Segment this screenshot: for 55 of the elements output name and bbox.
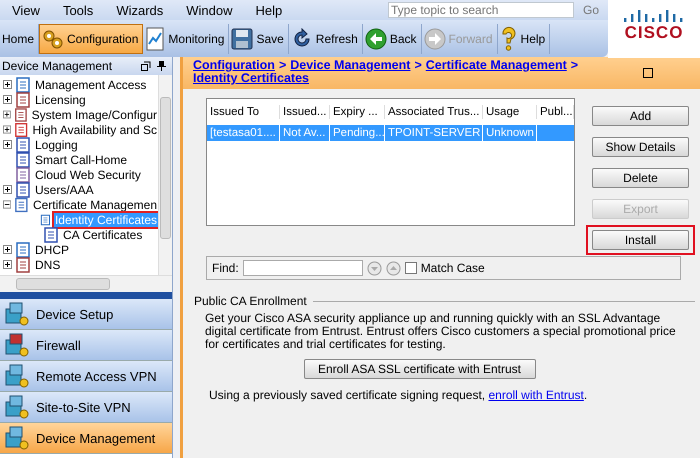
section-title: Public CA Enrollment: [194, 294, 307, 308]
tree-item[interactable]: DNS: [34, 258, 62, 272]
breadcrumb-link[interactable]: Certificate Management: [426, 59, 567, 72]
panel-title: Device Management: [2, 59, 114, 73]
menu-item[interactable]: Tools: [50, 2, 104, 18]
toolbar-button[interactable]: Help: [498, 24, 550, 54]
tree-item[interactable]: Certificate Managemen: [32, 198, 158, 212]
breadcrumb-separator: >: [278, 59, 288, 72]
column-header[interactable]: Issued To: [207, 105, 280, 119]
tree-item[interactable]: Users/AAA: [34, 182, 95, 196]
menu-item[interactable]: Help: [244, 2, 294, 18]
column-header[interactable]: Associated Trus...: [385, 105, 483, 119]
enroll-link[interactable]: enroll with Entrust: [488, 388, 584, 402]
column-header[interactable]: Publ...: [537, 105, 574, 119]
enrollment-note: Using a previously saved certificate signing request, enroll with Entrust.: [209, 388, 588, 402]
action-button[interactable]: Show Details: [592, 137, 689, 157]
nav-button[interactable]: Remote Access VPN: [0, 361, 172, 392]
tree-item[interactable]: CA Certificates: [62, 228, 144, 242]
toolbar-button[interactable]: Save: [229, 24, 289, 54]
enrollment-description: Get your Cisco ASA security appliance up and running quickly with an SSL Advantage digital certificate from Entrust. Entrust offers Cisco customers a special promotional price for certificates and trial certificates for testing.: [205, 312, 677, 351]
breadcrumb-link[interactable]: Identity Certificates: [193, 72, 310, 85]
nav-button[interactable]: Device Setup: [0, 299, 172, 330]
column-header[interactable]: Expiry ...: [330, 105, 385, 119]
find-label: Find:: [212, 261, 239, 275]
breadcrumb-separator: >: [570, 59, 580, 72]
breadcrumb-link[interactable]: Device Management: [290, 59, 410, 72]
tree-item[interactable]: High Availability and Sc: [31, 122, 158, 136]
tree-item[interactable]: Smart Call-Home: [34, 152, 128, 166]
tree-item[interactable]: System Image/Configur: [30, 108, 158, 122]
match-case-label: Match Case: [420, 261, 485, 275]
tree-item[interactable]: Licensing: [34, 92, 87, 106]
menu-item[interactable]: Wizards: [104, 2, 174, 18]
tree-item[interactable]: Logging: [34, 138, 79, 152]
menu-item[interactable]: Window: [174, 2, 244, 18]
toolbar-button[interactable]: Refresh: [288, 24, 363, 54]
search-field[interactable]: Type topic to search: [388, 2, 574, 18]
tree-item[interactable]: Cloud Web Security: [34, 168, 142, 182]
breadcrumb-separator: >: [413, 59, 423, 72]
column-header[interactable]: Usage: [483, 105, 537, 119]
action-button[interactable]: Add: [592, 106, 689, 126]
tree-item[interactable]: Management Access: [34, 78, 148, 92]
action-button[interactable]: Install: [592, 230, 689, 250]
nav-button[interactable]: Firewall: [0, 330, 172, 361]
column-header[interactable]: Issued...: [280, 105, 330, 119]
logo-text: CISCO: [624, 23, 684, 43]
enroll-button[interactable]: Enroll ASA SSL certificate with Entrust: [304, 359, 536, 379]
tree-item[interactable]: DHCP: [34, 242, 70, 256]
toolbar-button[interactable]: Monitoring: [143, 24, 230, 54]
toolbar-button[interactable]: Back: [362, 24, 422, 54]
nav-button[interactable]: Device Management: [0, 423, 172, 454]
action-button[interactable]: Delete: [592, 168, 689, 188]
nav-button[interactable]: Site-to-Site VPN: [0, 392, 172, 423]
toolbar-button[interactable]: Configuration: [39, 24, 144, 54]
breadcrumb-link[interactable]: Configuration: [193, 59, 275, 72]
menu-item[interactable]: View: [0, 2, 51, 18]
